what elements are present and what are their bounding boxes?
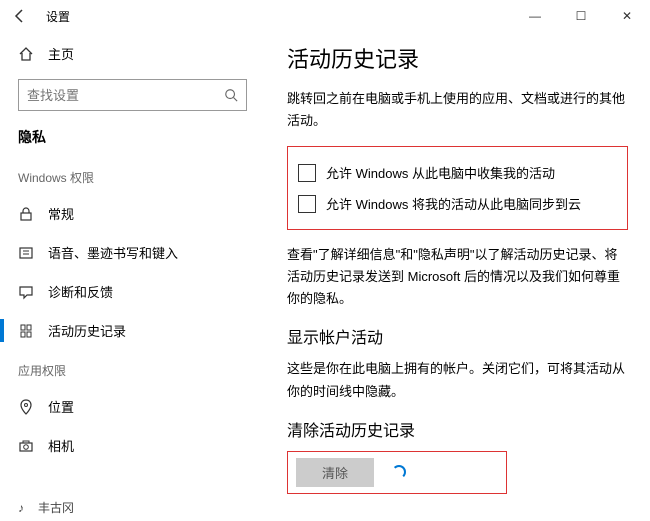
titlebar: 设置 — ☐ ✕ [0, 0, 650, 32]
privacy-info-text: 查看"了解详细信息"和"隐私声明"以了解活动历史记录、将活动历史记录发送到 Mi… [287, 244, 628, 310]
sidebar-group-permissions: Windows 权限 [0, 157, 265, 194]
checkbox-collect-activity[interactable]: 允许 Windows 从此电脑中收集我的活动 [298, 157, 617, 188]
sidebar-item-location[interactable]: 位置 [0, 387, 265, 426]
spinner-icon [392, 465, 406, 479]
feedback-icon [18, 284, 34, 300]
lock-icon [18, 206, 34, 222]
location-icon [18, 399, 34, 415]
intro-text: 跳转回之前在电脑或手机上使用的应用、文档或进行的其他活动。 [287, 88, 628, 132]
accounts-desc: 这些是你在此电脑上拥有的帐户。关闭它们，可将其活动从你的时间线中隐藏。 [287, 358, 628, 402]
sidebar-cutoff-item: ♪丰古冈 [18, 499, 74, 516]
nav-label: 活动历史记录 [48, 321, 126, 340]
nav-label: 语音、墨迹书写和键入 [48, 243, 178, 262]
maximize-button[interactable]: ☐ [558, 0, 604, 32]
nav-label: 位置 [48, 397, 74, 416]
sidebar-item-speech[interactable]: 语音、墨迹书写和键入 [0, 233, 265, 272]
nav-label: 常规 [48, 204, 74, 223]
checkbox-icon[interactable] [298, 164, 316, 182]
content-area: 活动历史记录 跳转回之前在电脑或手机上使用的应用、文档或进行的其他活动。 允许 … [265, 32, 650, 521]
checkbox-icon[interactable] [298, 195, 316, 213]
search-icon [224, 88, 238, 102]
speech-icon [18, 245, 34, 261]
sidebar-item-general[interactable]: 常规 [0, 194, 265, 233]
clear-button[interactable]: 清除 [296, 458, 374, 487]
back-button[interactable] [8, 4, 32, 28]
camera-icon [18, 438, 34, 454]
sidebar-item-activity-history[interactable]: 活动历史记录 [0, 311, 265, 350]
close-button[interactable]: ✕ [604, 0, 650, 32]
history-icon [18, 323, 34, 339]
clear-heading: 清除活动历史记录 [287, 417, 628, 441]
window-title: 设置 [46, 8, 70, 25]
home-icon [18, 46, 34, 62]
sidebar-home-label: 主页 [48, 44, 74, 63]
sidebar-section: 隐私 [0, 125, 265, 157]
highlighted-clear-row: 清除 [287, 451, 507, 494]
checkbox-label: 允许 Windows 将我的活动从此电脑同步到云 [326, 194, 581, 213]
sidebar: 主页 隐私 Windows 权限 常规 语音、墨迹书写和键入 [0, 32, 265, 521]
accounts-heading: 显示帐户活动 [287, 324, 628, 348]
sidebar-home[interactable]: 主页 [0, 38, 265, 69]
sidebar-item-camera[interactable]: 相机 [0, 426, 265, 465]
highlighted-checkboxes: 允许 Windows 从此电脑中收集我的活动 允许 Windows 将我的活动从… [287, 146, 628, 230]
nav-label: 诊断和反馈 [48, 282, 113, 301]
sidebar-item-diagnostics[interactable]: 诊断和反馈 [0, 272, 265, 311]
checkbox-sync-activity[interactable]: 允许 Windows 将我的活动从此电脑同步到云 [298, 188, 617, 219]
checkbox-label: 允许 Windows 从此电脑中收集我的活动 [326, 163, 555, 182]
sidebar-group-app-permissions: 应用权限 [0, 350, 265, 387]
search-box[interactable] [18, 79, 247, 111]
minimize-button[interactable]: — [512, 0, 558, 32]
window-buttons: — ☐ ✕ [512, 0, 650, 32]
nav-label: 相机 [48, 436, 74, 455]
page-title: 活动历史记录 [287, 42, 628, 74]
search-input[interactable] [27, 88, 224, 103]
